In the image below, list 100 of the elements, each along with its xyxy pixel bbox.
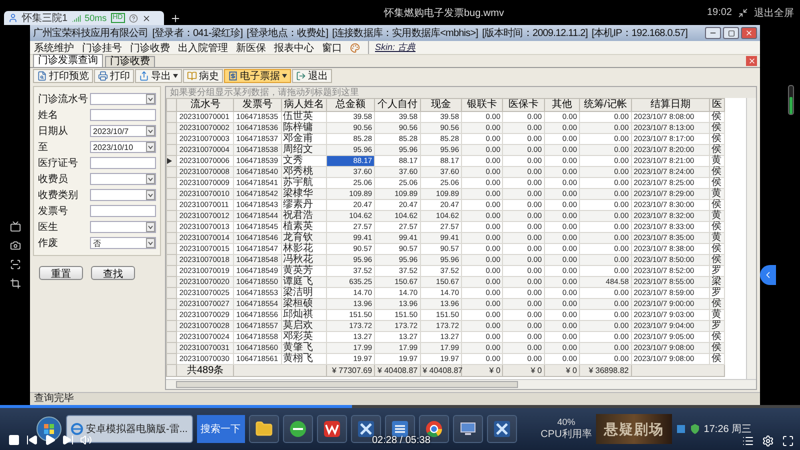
desktop-icon — [458, 420, 477, 438]
dropdown-field[interactable] — [90, 93, 156, 105]
title-text: [本机IP：192.168.0.57] — [592, 26, 688, 40]
vertical-scrollbar[interactable] — [746, 98, 756, 379]
title-text: [登录地点：收费处] — [246, 26, 328, 40]
exit-fullscreen-icon[interactable] — [738, 8, 748, 18]
taskbar-clock: 17:26 周三 — [704, 423, 752, 436]
cpu-value: 40% — [557, 417, 576, 427]
action-button[interactable]: 查找 — [91, 266, 135, 280]
browser-icon — [288, 420, 307, 438]
column-header[interactable]: 病人姓名 — [281, 98, 327, 112]
video-title: 怀集燃购电子发票bug.wmv — [382, 6, 505, 20]
scan-icon[interactable] — [10, 259, 20, 270]
toolbar-button[interactable]: 导出 — [135, 69, 182, 83]
column-header[interactable]: 总金额 — [326, 98, 375, 112]
taskbar-window[interactable]: 安卓模拟器电脑版-雷... — [66, 415, 193, 443]
close-icon[interactable] — [142, 14, 151, 22]
user-icon — [8, 13, 18, 23]
menu-item[interactable]: 报表中心 — [274, 40, 314, 54]
toolbar-button[interactable]: 打印预览 — [33, 69, 93, 83]
previous-icon[interactable] — [26, 434, 38, 446]
close-tab-button[interactable] — [746, 56, 757, 66]
new-tab-icon[interactable] — [170, 13, 181, 24]
camera-icon[interactable] — [10, 240, 20, 251]
field-label: 发票号 — [38, 205, 69, 218]
status-text: 查询完毕 — [34, 393, 74, 404]
maximize-button[interactable] — [723, 27, 739, 39]
crop-icon[interactable] — [10, 278, 20, 289]
play-icon[interactable] — [44, 434, 56, 446]
minimize-button[interactable] — [705, 27, 721, 39]
close-icon — [745, 29, 753, 37]
progress-bar[interactable] — [0, 405, 800, 408]
column-header[interactable]: 个人自付 — [374, 98, 420, 112]
column-header[interactable]: 结算日期 — [631, 98, 710, 112]
menu-item[interactable]: 系统维护 — [34, 40, 74, 54]
column-header[interactable]: 发票号 — [234, 98, 282, 112]
close-button[interactable] — [741, 27, 757, 39]
title-text: [登录者：041-梁红珍] — [152, 26, 243, 40]
column-header[interactable]: 其他 — [544, 98, 580, 112]
skin-link[interactable]: Skin: 古典 — [368, 41, 416, 54]
taskbar-app[interactable] — [316, 415, 347, 443]
tab[interactable]: 门诊收费 — [105, 56, 155, 67]
input-field[interactable] — [90, 109, 156, 121]
dropdown-field[interactable] — [90, 173, 156, 185]
row-count: 共489条 — [176, 364, 234, 376]
toolbar-button[interactable]: 病史 — [183, 69, 223, 83]
stop-icon[interactable] — [8, 434, 20, 446]
collapse-button[interactable] — [760, 265, 776, 285]
shield-icon[interactable] — [690, 424, 700, 434]
book-icon — [187, 71, 197, 81]
fullscreen-icon[interactable] — [782, 435, 794, 447]
dropdown-field[interactable]: 2023/10/10 — [90, 141, 156, 153]
export-icon — [139, 71, 149, 81]
tv-icon[interactable] — [10, 221, 20, 232]
toolbar-button[interactable]: 退出 — [292, 69, 332, 83]
toolbar-button[interactable]: 打印 — [94, 69, 134, 83]
row-header — [166, 298, 177, 310]
field-label: 收费类别 — [38, 188, 79, 202]
total-cell: ¥ 77307.69 — [326, 364, 375, 376]
column-header[interactable]: 现金 — [420, 98, 462, 112]
horizontal-scrollbar[interactable] — [166, 379, 756, 389]
dropdown-field[interactable] — [90, 221, 156, 233]
title-text: [连接数据库：实用数据库<mbhis>] — [332, 26, 478, 40]
column-header[interactable]: 统筹/记帐 — [580, 98, 632, 112]
menu-item[interactable]: 门诊收费 — [130, 40, 170, 54]
banner-text: 悬疑剧场 — [596, 414, 672, 444]
tray-icon[interactable] — [676, 424, 686, 434]
column-header[interactable]: 医 — [710, 98, 724, 112]
taskbar-app[interactable] — [248, 415, 279, 443]
menu-item[interactable]: 新医保 — [236, 40, 266, 54]
column-header[interactable]: 流水号 — [176, 98, 234, 112]
next-icon[interactable] — [62, 434, 74, 446]
settings-icon[interactable] — [762, 435, 774, 447]
exit-fullscreen-link[interactable]: 退出全屏 — [754, 6, 794, 20]
taskbar-app[interactable] — [282, 415, 313, 443]
maximize-icon — [728, 30, 734, 36]
menu-item[interactable]: 出入院管理 — [178, 40, 228, 54]
total-cell: ¥ 40408.87 — [374, 364, 420, 376]
column-header[interactable]: 银联卡 — [462, 98, 503, 112]
column-header[interactable]: 医保卡 — [502, 98, 544, 112]
row-header — [166, 134, 177, 144]
tab[interactable]: 门诊发票查询 — [33, 54, 103, 67]
row-header — [166, 342, 177, 354]
row-header — [166, 244, 177, 254]
toolbar-button[interactable]: 电子票据 — [224, 69, 291, 83]
input-field[interactable] — [90, 205, 156, 217]
search-button[interactable]: 搜索一下 — [196, 415, 245, 443]
dropdown-field[interactable] — [90, 189, 156, 201]
group-hint: 如果要分组显示某列数据，请拖动列标题到这里 — [166, 87, 756, 98]
menu-item[interactable]: 窗口 — [322, 40, 342, 54]
volume-icon[interactable] — [80, 434, 92, 446]
dropdown-field[interactable]: 否 — [90, 237, 156, 249]
palette-icon[interactable] — [350, 42, 360, 52]
taskbar-app[interactable] — [452, 415, 483, 443]
menu-item[interactable]: 门诊挂号 — [82, 40, 122, 54]
dropdown-field[interactable]: 2023/10/7 — [90, 125, 156, 137]
input-field[interactable] — [90, 157, 156, 169]
taskbar-app[interactable] — [486, 415, 517, 443]
action-button[interactable]: 重置 — [39, 266, 83, 280]
title-text: 广州宝荣科技应用有限公司 — [33, 26, 148, 40]
